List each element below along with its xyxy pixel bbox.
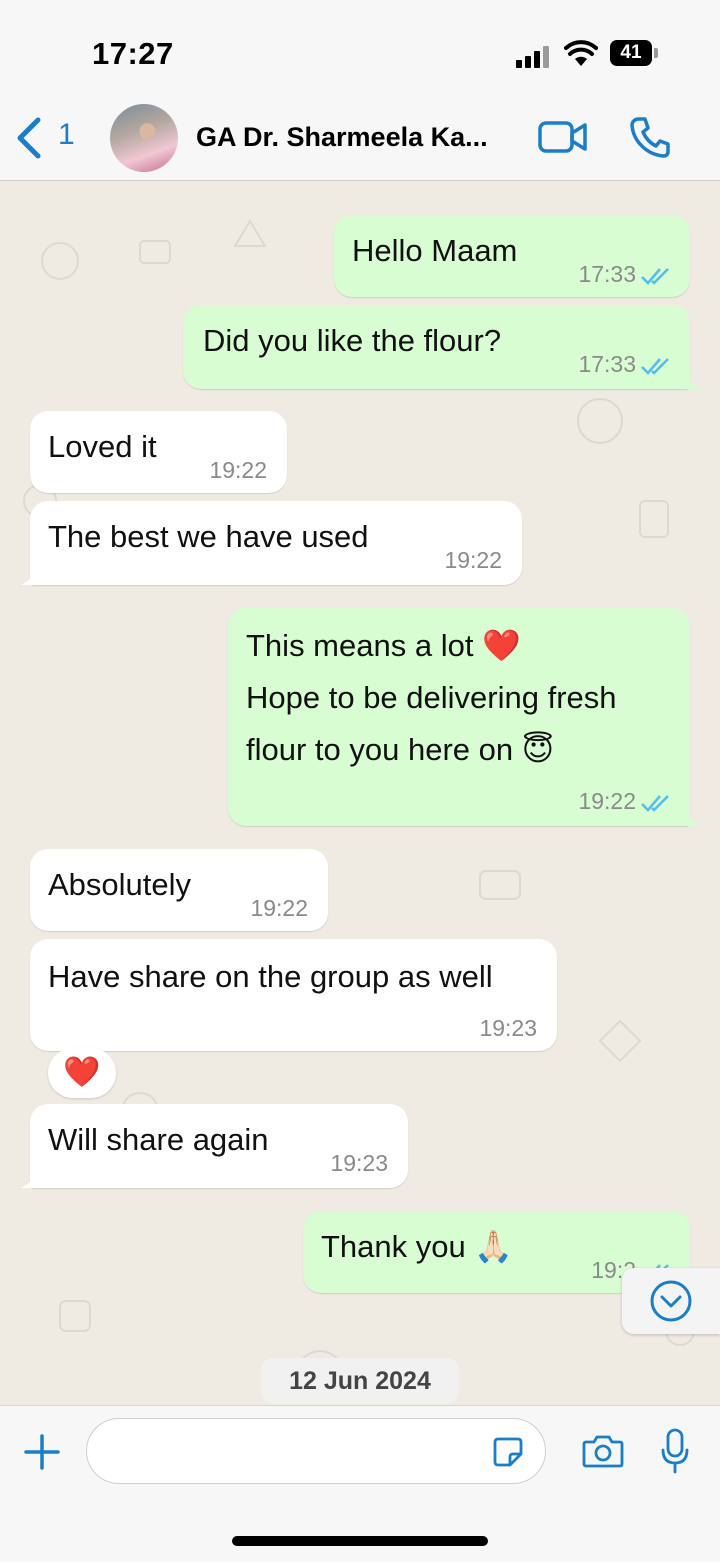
message-text: The best we have used xyxy=(48,519,369,554)
message-text-line: flour to you here on 😇 xyxy=(246,732,555,767)
message-text: Loved it xyxy=(48,429,157,464)
bubble-tail xyxy=(684,371,702,389)
date-separator: 12 Jun 2024 xyxy=(261,1358,459,1404)
bubble-tail xyxy=(20,567,38,585)
camera-icon[interactable] xyxy=(582,1434,624,1468)
video-call-icon[interactable] xyxy=(538,120,588,154)
battery-tip xyxy=(654,48,658,58)
message-text: Absolutely xyxy=(48,867,192,902)
message-text: Did you like the flour? xyxy=(203,323,502,358)
message-bubble-incoming[interactable]: The best we have used 19:22 xyxy=(30,501,522,585)
message-text-line: Hope to be delivering fresh xyxy=(246,680,617,715)
read-receipt-icon xyxy=(641,795,669,812)
read-receipt-icon xyxy=(641,358,669,375)
message-bubble-outgoing[interactable]: Did you like the flour? 17:33 xyxy=(183,305,690,389)
plus-icon[interactable] xyxy=(22,1432,62,1472)
chevron-down-icon xyxy=(650,1280,692,1322)
sticker-icon[interactable] xyxy=(492,1436,524,1468)
scroll-to-bottom-button[interactable] xyxy=(622,1268,720,1334)
message-text: Hello Maam xyxy=(352,233,518,268)
microphone-icon[interactable] xyxy=(660,1428,690,1474)
timestamp-text: 17:33 xyxy=(578,351,636,377)
message-bubble-outgoing[interactable]: Hello Maam 17:33 xyxy=(334,215,690,297)
chat-area[interactable]: Hello Maam 17:33 Did you like the flour?… xyxy=(0,181,720,1405)
message-text: Have share on the group as well xyxy=(48,959,493,994)
message-bubble-incoming[interactable]: Will share again 19:23 xyxy=(30,1104,408,1188)
message-timestamp: 19:23 xyxy=(330,1150,388,1176)
home-indicator[interactable] xyxy=(232,1536,488,1546)
message-timestamp: 19:23 xyxy=(479,1015,537,1041)
battery-icon: 41 xyxy=(610,40,652,66)
read-receipt-icon xyxy=(641,268,669,285)
bubble-tail xyxy=(684,808,702,826)
contact-name[interactable]: GA Dr. Sharmeela Ka... xyxy=(196,122,488,153)
status-bar: 17:27 41 xyxy=(0,0,720,100)
message-bubble-incoming[interactable]: Loved it 19:22 xyxy=(30,411,287,493)
message-reaction[interactable]: ❤️ xyxy=(48,1048,116,1098)
message-timestamp: 17:33 xyxy=(578,261,672,288)
unread-count[interactable]: 1 xyxy=(58,118,75,152)
status-time: 17:27 xyxy=(92,36,174,71)
message-text: Will share again xyxy=(48,1122,269,1157)
cellular-signal-icon xyxy=(516,44,552,68)
message-bubble-incoming[interactable]: Have share on the group as well 19:23 xyxy=(30,939,557,1051)
message-text-line: This means a lot ❤️ xyxy=(246,628,521,663)
bubble-tail xyxy=(20,1170,38,1188)
message-timestamp: 19:22 xyxy=(209,457,267,483)
message-bubble-incoming[interactable]: Absolutely 19:22 xyxy=(30,849,328,931)
message-input[interactable] xyxy=(86,1418,546,1484)
message-text: Thank you 🙏🏻 xyxy=(321,1229,513,1264)
phone-call-icon[interactable] xyxy=(630,116,670,158)
chat-header: 1 GA Dr. Sharmeela Ka... xyxy=(0,100,720,181)
contact-avatar[interactable] xyxy=(110,104,178,172)
timestamp-text: 19:22 xyxy=(578,788,636,814)
message-bubble-outgoing[interactable]: This means a lot ❤️ Hope to be deliverin… xyxy=(228,608,690,826)
timestamp-text: 17:33 xyxy=(578,261,636,287)
message-timestamp: 19:22 xyxy=(578,788,672,815)
message-timestamp: 19:22 xyxy=(250,895,308,921)
message-timestamp: 19:22 xyxy=(444,547,502,573)
back-chevron-icon[interactable] xyxy=(12,116,48,160)
message-timestamp: 17:33 xyxy=(578,351,672,378)
wifi-icon xyxy=(564,40,598,66)
